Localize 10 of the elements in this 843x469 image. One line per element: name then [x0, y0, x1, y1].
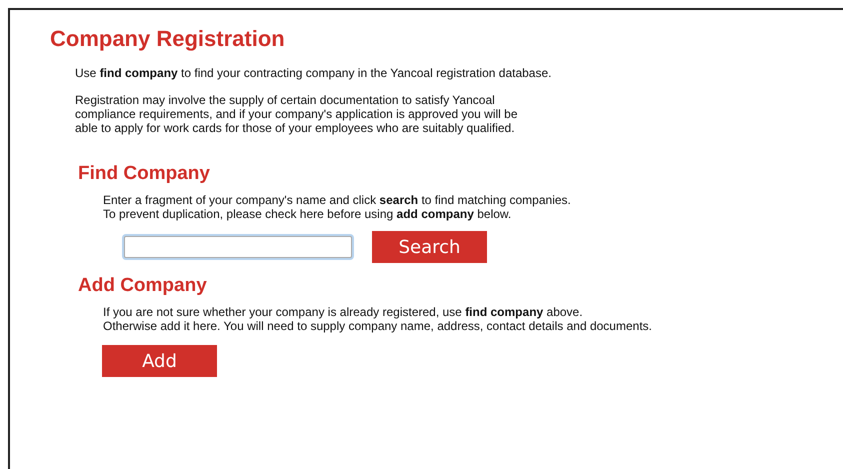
company-search-field[interactable] — [124, 236, 352, 258]
section-description: If you are not sure whether your company is already registered, use find company above. Otherwise add it here. You will need to supply company name, address, contact details and documents. — [103, 305, 653, 333]
add-button[interactable]: Add — [102, 345, 217, 377]
intro-paragraph: Registration may involve the supply of certain documentation to satisfy Yancoal compliance requirements, and if your company's application is approved you will be able to apply for work cards for those of your employees who are suitably qualified. — [75, 93, 519, 135]
section-description: Enter a fragment of your company's name and click search to find matching companies. To prevent duplication, please check here before using add company below. — [103, 193, 572, 221]
search-button[interactable]: Search — [372, 231, 487, 263]
page-title: Company Registration — [50, 26, 286, 52]
intro-paragraph: Use find company to find your contracting company in the Yancoal registration database. — [75, 66, 552, 80]
section-heading: Add Company — [78, 275, 208, 297]
section-heading: Find Company — [78, 163, 211, 185]
